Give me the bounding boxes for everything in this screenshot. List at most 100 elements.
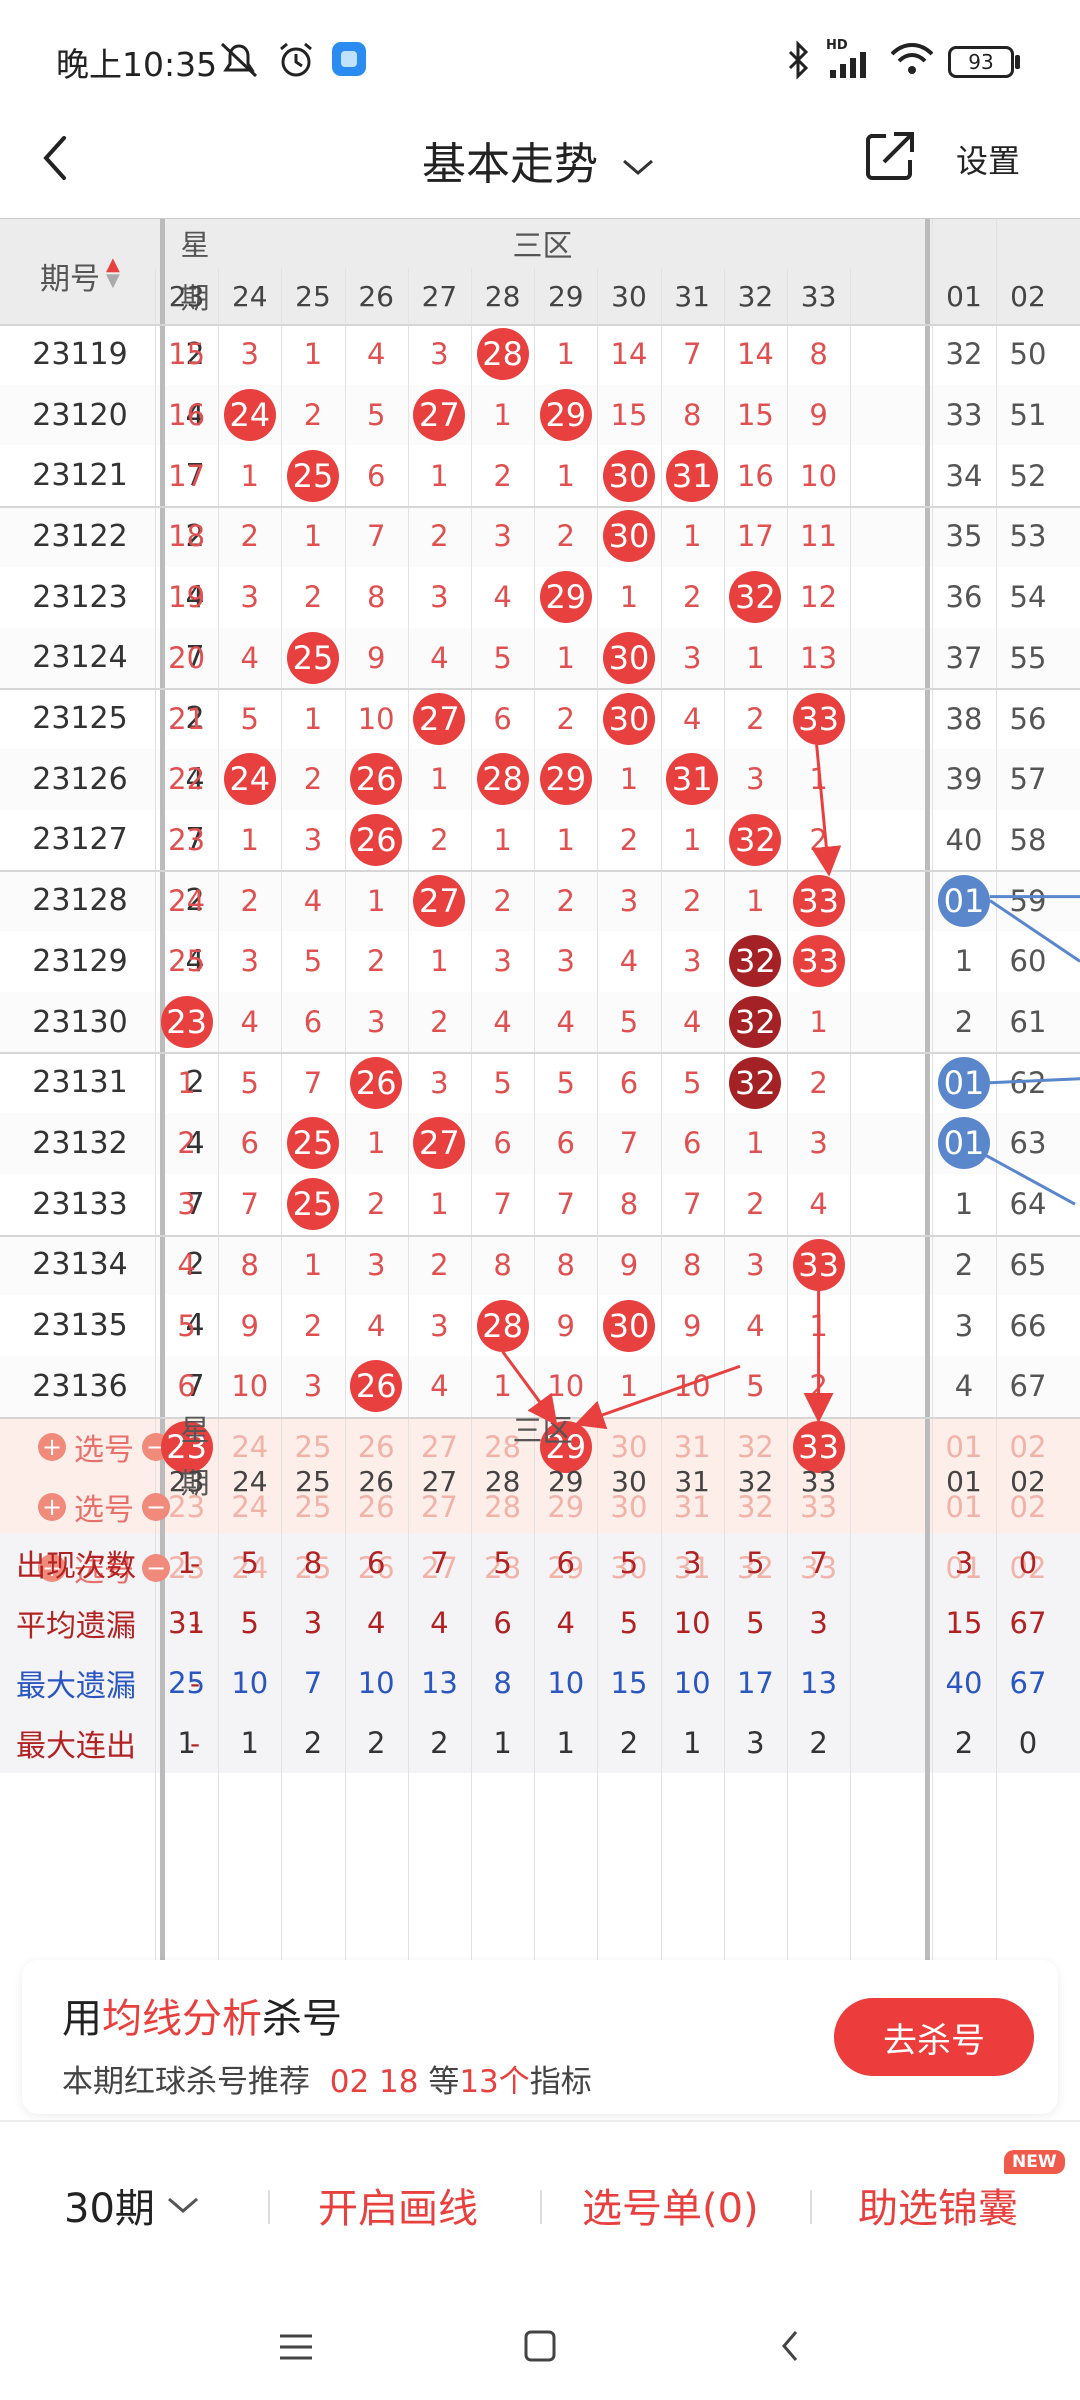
drawn-ball[interactable]: 26 <box>350 753 403 806</box>
home-icon[interactable] <box>522 2328 558 2364</box>
drawn-ball[interactable]: 31 <box>666 449 719 502</box>
miss-count: 2 <box>430 1247 449 1282</box>
blue-miss-count: 64 <box>1009 1187 1047 1222</box>
drawn-ball[interactable]: 28 <box>476 1299 529 1352</box>
blue-ball[interactable]: 01 <box>938 1117 990 1170</box>
stats-blue-value: 67 <box>1009 1666 1047 1700</box>
helper-button[interactable]: 助选锦囊 <box>858 2176 1018 2234</box>
miss-count: 8 <box>619 1187 639 1222</box>
settings-button[interactable]: 设置 <box>956 136 1020 182</box>
back-icon[interactable] <box>776 2326 804 2366</box>
drawn-ball[interactable]: 27 <box>413 692 466 745</box>
drawn-ball[interactable]: 32 <box>729 571 782 624</box>
drawn-ball[interactable]: 28 <box>476 753 529 806</box>
drawn-ball[interactable]: 32 <box>729 1056 782 1109</box>
miss-count: 2 <box>682 580 702 615</box>
stats-value: 7 <box>430 1546 449 1580</box>
drawn-ball[interactable]: 33 <box>792 874 845 927</box>
drawn-ball[interactable]: 26 <box>350 1056 403 1109</box>
miss-count: 2 <box>430 1005 449 1040</box>
period-number: 23131 <box>32 1065 128 1101</box>
miss-count: 2 <box>303 762 323 797</box>
separator <box>540 2190 542 2224</box>
share-icon[interactable] <box>862 128 918 184</box>
miss-count: 4 <box>619 944 639 979</box>
miss-count: 1 <box>366 883 386 918</box>
period-number: 23128 <box>32 883 128 919</box>
drawn-ball[interactable]: 25 <box>287 1117 339 1170</box>
menu-icon[interactable] <box>276 2330 316 2364</box>
drawn-ball[interactable]: 25 <box>287 631 339 684</box>
drawn-ball[interactable]: 32 <box>729 996 782 1049</box>
drawn-ball[interactable]: 23 <box>160 996 213 1049</box>
miss-count: 3 <box>493 944 512 979</box>
miss-count: 5 <box>619 1005 639 1040</box>
blue-miss-count: 33 <box>945 398 983 433</box>
stats-value: 10 <box>673 1666 711 1700</box>
kill-number-button[interactable]: 去杀号 <box>834 1998 1034 2076</box>
drawn-ball[interactable]: 27 <box>413 874 466 927</box>
stats-blue-value: 0 <box>1018 1726 1038 1760</box>
drawn-ball[interactable]: 33 <box>792 935 845 988</box>
miss-count: 3 <box>240 337 259 372</box>
drawn-ball[interactable]: 32 <box>729 813 782 866</box>
miss-count: 9 <box>619 1247 639 1282</box>
drawn-ball[interactable]: 30 <box>603 692 655 745</box>
drawn-ball[interactable]: 33 <box>792 1238 845 1291</box>
drawn-ball[interactable]: 33 <box>792 692 845 745</box>
drawn-ball[interactable]: 32 <box>729 935 782 988</box>
stats-value: 5 <box>240 1606 259 1640</box>
drawn-ball[interactable]: 30 <box>603 631 655 684</box>
stats-value: 5 <box>240 1546 259 1580</box>
drawn-ball[interactable]: 28 <box>476 328 529 381</box>
drawn-ball[interactable]: 29 <box>539 753 592 806</box>
miss-count: 1 <box>682 822 702 857</box>
drawn-ball[interactable]: 31 <box>666 753 719 806</box>
miss-count: 5 <box>493 640 512 675</box>
stats-blue-value: 3 <box>954 1546 974 1580</box>
drawn-ball[interactable]: 27 <box>413 389 466 442</box>
stats-value: 4 <box>366 1606 386 1640</box>
drawn-ball[interactable]: 27 <box>413 1117 466 1170</box>
stats-value: 5 <box>619 1546 639 1580</box>
drawn-ball[interactable]: 24 <box>223 389 276 442</box>
blue-ball[interactable]: 01 <box>938 1056 990 1109</box>
miss-count: 2 <box>556 519 575 554</box>
miss-count: 3 <box>430 337 449 372</box>
blue-miss-count: 2 <box>954 1247 974 1282</box>
miss-count: 15 <box>736 398 774 433</box>
miss-count: 9 <box>556 1308 575 1343</box>
miss-count: 3 <box>430 1308 449 1343</box>
miss-count: 7 <box>240 1187 259 1222</box>
blue-miss-count: 51 <box>1009 398 1047 433</box>
draw-line-button[interactable]: 开启画线 <box>318 2176 478 2234</box>
period-selector[interactable]: 30期 <box>64 2176 203 2234</box>
drawn-ball[interactable]: 25 <box>287 449 339 502</box>
miss-count: 6 <box>682 1126 702 1161</box>
drawn-ball[interactable]: 25 <box>287 1178 339 1231</box>
promo-title-suffix: 杀号 <box>262 1996 342 2042</box>
drawn-ball[interactable]: 30 <box>603 510 655 563</box>
blue-miss-count: 4 <box>954 1369 974 1404</box>
miss-count: 5 <box>303 944 323 979</box>
drawn-ball[interactable]: 24 <box>223 753 276 806</box>
stats-label: 出现次数 <box>16 1549 136 1584</box>
miss-count: 2 <box>240 519 259 554</box>
drawn-ball[interactable]: 30 <box>603 449 655 502</box>
stats-value: 10 <box>231 1666 269 1700</box>
drawn-ball[interactable]: 30 <box>603 1299 655 1352</box>
drawn-ball[interactable]: 26 <box>350 813 403 866</box>
drawn-ball[interactable]: 29 <box>539 389 592 442</box>
stats-value: 1 <box>177 1726 196 1760</box>
sort-icon[interactable]: ▼ <box>106 272 120 290</box>
blue-ball[interactable]: 01 <box>938 874 990 927</box>
miss-count: 7 <box>682 1187 702 1222</box>
miss-count: 8 <box>240 1247 259 1282</box>
period-number: 23135 <box>32 1308 128 1344</box>
promo-card[interactable]: 用均线分析杀号 本期红球杀号推荐 02 18 等13个指标 去杀号 <box>22 1960 1058 2114</box>
pick-list-button[interactable]: 选号单(0) <box>582 2176 759 2234</box>
page-title[interactable]: 基本走势 <box>0 128 1080 192</box>
promo-subtitle-mid: 等 <box>428 2064 460 2100</box>
column-header: 24 <box>231 279 268 313</box>
drawn-ball[interactable]: 29 <box>539 571 592 624</box>
